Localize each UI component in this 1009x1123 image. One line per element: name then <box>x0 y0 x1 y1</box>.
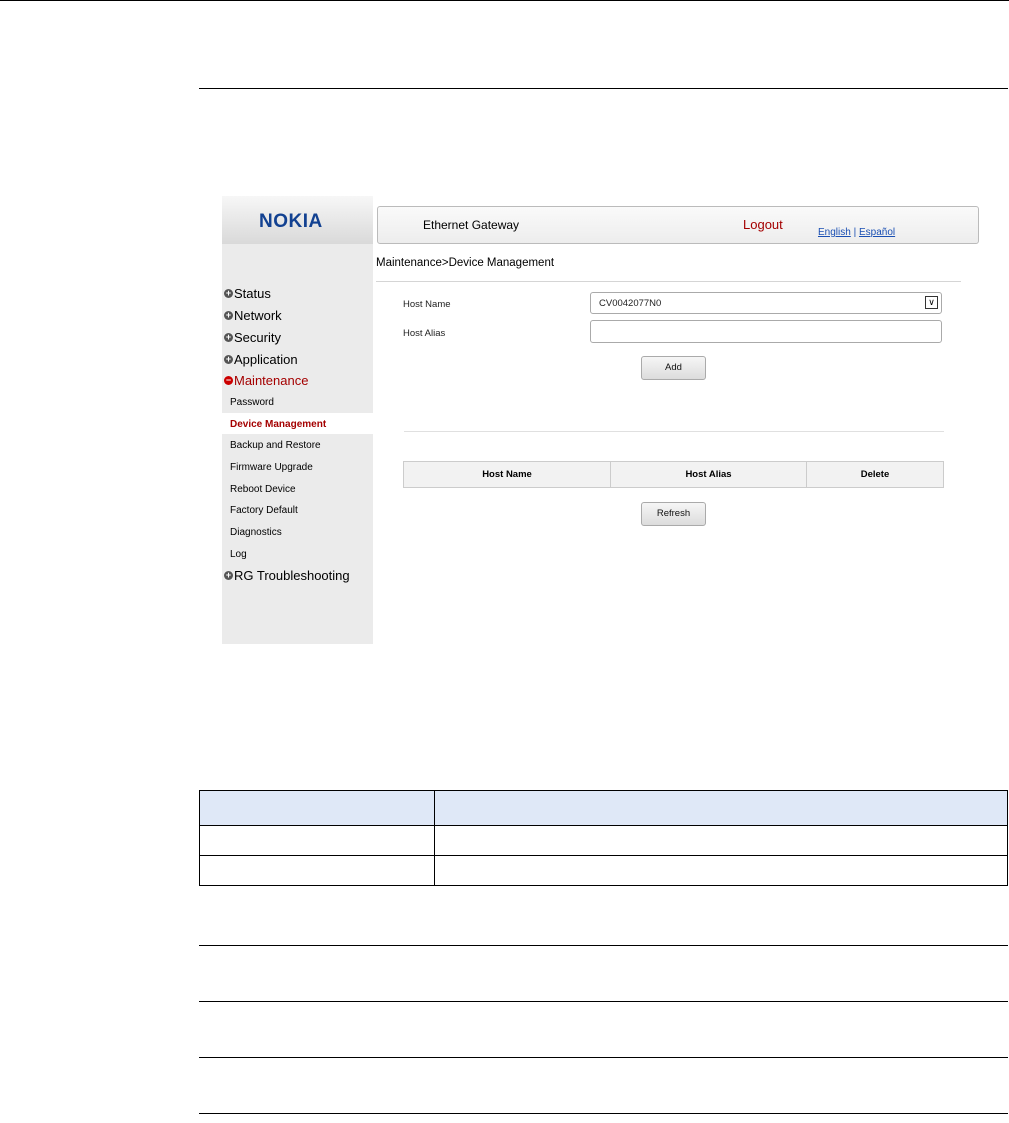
plus-icon: + <box>224 288 233 298</box>
rule-2 <box>199 1001 1008 1002</box>
sidebar: NOKIA + Status + Network + Security + Applic… <box>222 196 373 644</box>
nav-maintenance-label: Maintenance <box>234 373 309 388</box>
plus-icon: + <box>224 354 233 364</box>
nav-status-label: Status <box>234 286 271 301</box>
section-divider <box>404 431 944 432</box>
table-cell <box>434 825 1008 856</box>
host-name-label: Host Name <box>403 299 451 310</box>
nav-maintenance[interactable]: − Maintenance <box>224 373 308 388</box>
nokia-logo: NOKIA <box>259 211 323 232</box>
lang-separator: | <box>853 227 857 238</box>
breadcrumb-divider <box>376 281 961 282</box>
host-alias-input[interactable] <box>590 320 942 343</box>
plus-icon: + <box>224 570 233 580</box>
language-switch: English | Español <box>818 227 895 238</box>
table-header-row <box>199 790 1008 826</box>
nav-security-label: Security <box>234 330 281 345</box>
table-cell <box>434 855 1008 886</box>
nav-sub-log[interactable]: Log <box>230 549 247 560</box>
nav-sub-firmware-upgrade[interactable]: Firmware Upgrade <box>230 462 313 473</box>
nav-sub-factory-default[interactable]: Factory Default <box>230 505 298 516</box>
nav-status[interactable]: + Status <box>224 286 271 301</box>
refresh-button[interactable]: Refresh <box>641 502 706 526</box>
router-ui-screenshot: NOKIA + Status + Network + Security + Applic… <box>222 196 987 644</box>
parameter-table <box>199 790 1008 886</box>
logo-area: NOKIA <box>222 196 373 244</box>
host-name-select[interactable]: CV0042077N0 ∨ <box>590 292 942 314</box>
plus-icon: + <box>224 310 233 320</box>
rule-1 <box>199 945 1008 946</box>
col-host-name: Host Name <box>404 462 611 487</box>
nav-rg-troubleshooting-label: RG Troubleshooting <box>234 568 350 583</box>
table-header-cell <box>434 790 1008 826</box>
table-cell <box>199 855 435 886</box>
spanish-link[interactable]: Español <box>859 227 895 238</box>
chevron-down-icon: ∨ <box>925 296 938 309</box>
nav-rg-troubleshooting[interactable]: + RG Troubleshooting <box>224 568 350 583</box>
nav-application[interactable]: + Application <box>224 352 298 367</box>
col-host-alias: Host Alias <box>611 462 807 487</box>
table-row <box>199 825 1008 856</box>
host-alias-label: Host Alias <box>403 328 446 339</box>
logout-link[interactable]: Logout <box>743 217 783 232</box>
col-delete: Delete <box>860 469 890 480</box>
table-row <box>199 855 1008 886</box>
plus-icon: + <box>224 332 233 342</box>
host-table-header: Host Name Host Alias Delete <box>403 461 944 488</box>
table-header-cell <box>199 790 435 826</box>
section-rule <box>199 88 1008 89</box>
product-name: Ethernet Gateway <box>423 218 520 232</box>
host-name-value: CV0042077N0 <box>599 298 662 309</box>
nav-sub-backup-restore[interactable]: Backup and Restore <box>230 440 321 451</box>
nav-sub-diagnostics[interactable]: Diagnostics <box>230 527 282 538</box>
nav-sub-device-management[interactable]: Device Management <box>230 419 326 430</box>
add-button[interactable]: Add <box>641 356 706 380</box>
nav-security[interactable]: + Security <box>224 330 281 345</box>
nav-network[interactable]: + Network <box>224 308 282 323</box>
nav-sub-reboot-device[interactable]: Reboot Device <box>230 484 296 495</box>
nav-network-label: Network <box>234 308 282 323</box>
breadcrumb: Maintenance>Device Management <box>376 257 555 269</box>
minus-icon: − <box>224 375 233 385</box>
top-rule <box>0 0 1009 1</box>
table-cell <box>199 825 435 856</box>
rule-4 <box>199 1113 1008 1114</box>
nav-sub-password[interactable]: Password <box>230 397 274 408</box>
nav-application-label: Application <box>234 352 298 367</box>
top-bar: Ethernet Gateway Logout English | Españo… <box>377 206 979 244</box>
english-link[interactable]: English <box>818 227 851 238</box>
rule-3 <box>199 1057 1008 1058</box>
